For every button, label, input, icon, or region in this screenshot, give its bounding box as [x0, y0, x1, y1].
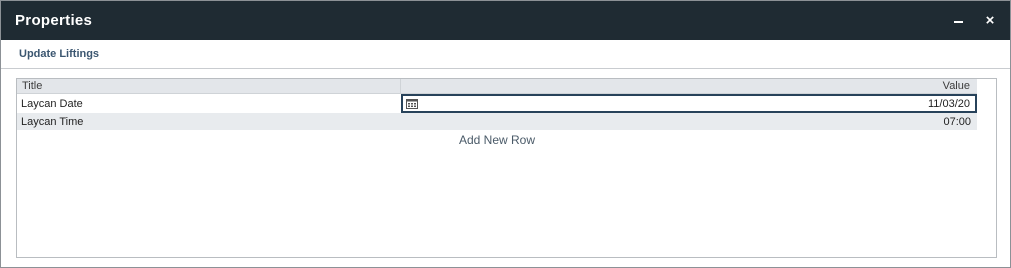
add-new-row-button[interactable]: Add New Row: [17, 133, 977, 147]
properties-window: Properties × Update Liftings Title Value…: [0, 0, 1011, 268]
grid-header: Title Value: [17, 79, 977, 94]
laycan-date-value: 11/03/20: [927, 97, 970, 110]
column-header-title[interactable]: Title: [17, 79, 401, 93]
minimize-button[interactable]: [946, 9, 970, 33]
window-title: Properties: [15, 12, 93, 29]
properties-grid: Title Value Laycan Date 11/03/20 Laycan …: [16, 78, 997, 258]
update-liftings-link[interactable]: Update Liftings: [19, 48, 99, 60]
table-row[interactable]: Laycan Date 11/03/20: [17, 94, 977, 113]
table-row[interactable]: Laycan Time 07:00: [17, 113, 977, 130]
row-title-cell[interactable]: Laycan Date: [17, 94, 401, 113]
toolbar: Update Liftings: [1, 40, 1010, 69]
window-controls: ×: [946, 1, 1010, 40]
row-title-cell[interactable]: Laycan Time: [17, 113, 401, 130]
laycan-time-value[interactable]: 07:00: [401, 113, 977, 130]
close-icon: ×: [985, 12, 995, 29]
calendar-icon[interactable]: [406, 98, 418, 109]
title-bar[interactable]: Properties ×: [1, 1, 1010, 40]
laycan-date-input[interactable]: 11/03/20: [401, 94, 977, 113]
minimize-icon: [953, 20, 963, 23]
column-header-value[interactable]: Value: [401, 79, 977, 93]
close-button[interactable]: ×: [978, 9, 1002, 33]
